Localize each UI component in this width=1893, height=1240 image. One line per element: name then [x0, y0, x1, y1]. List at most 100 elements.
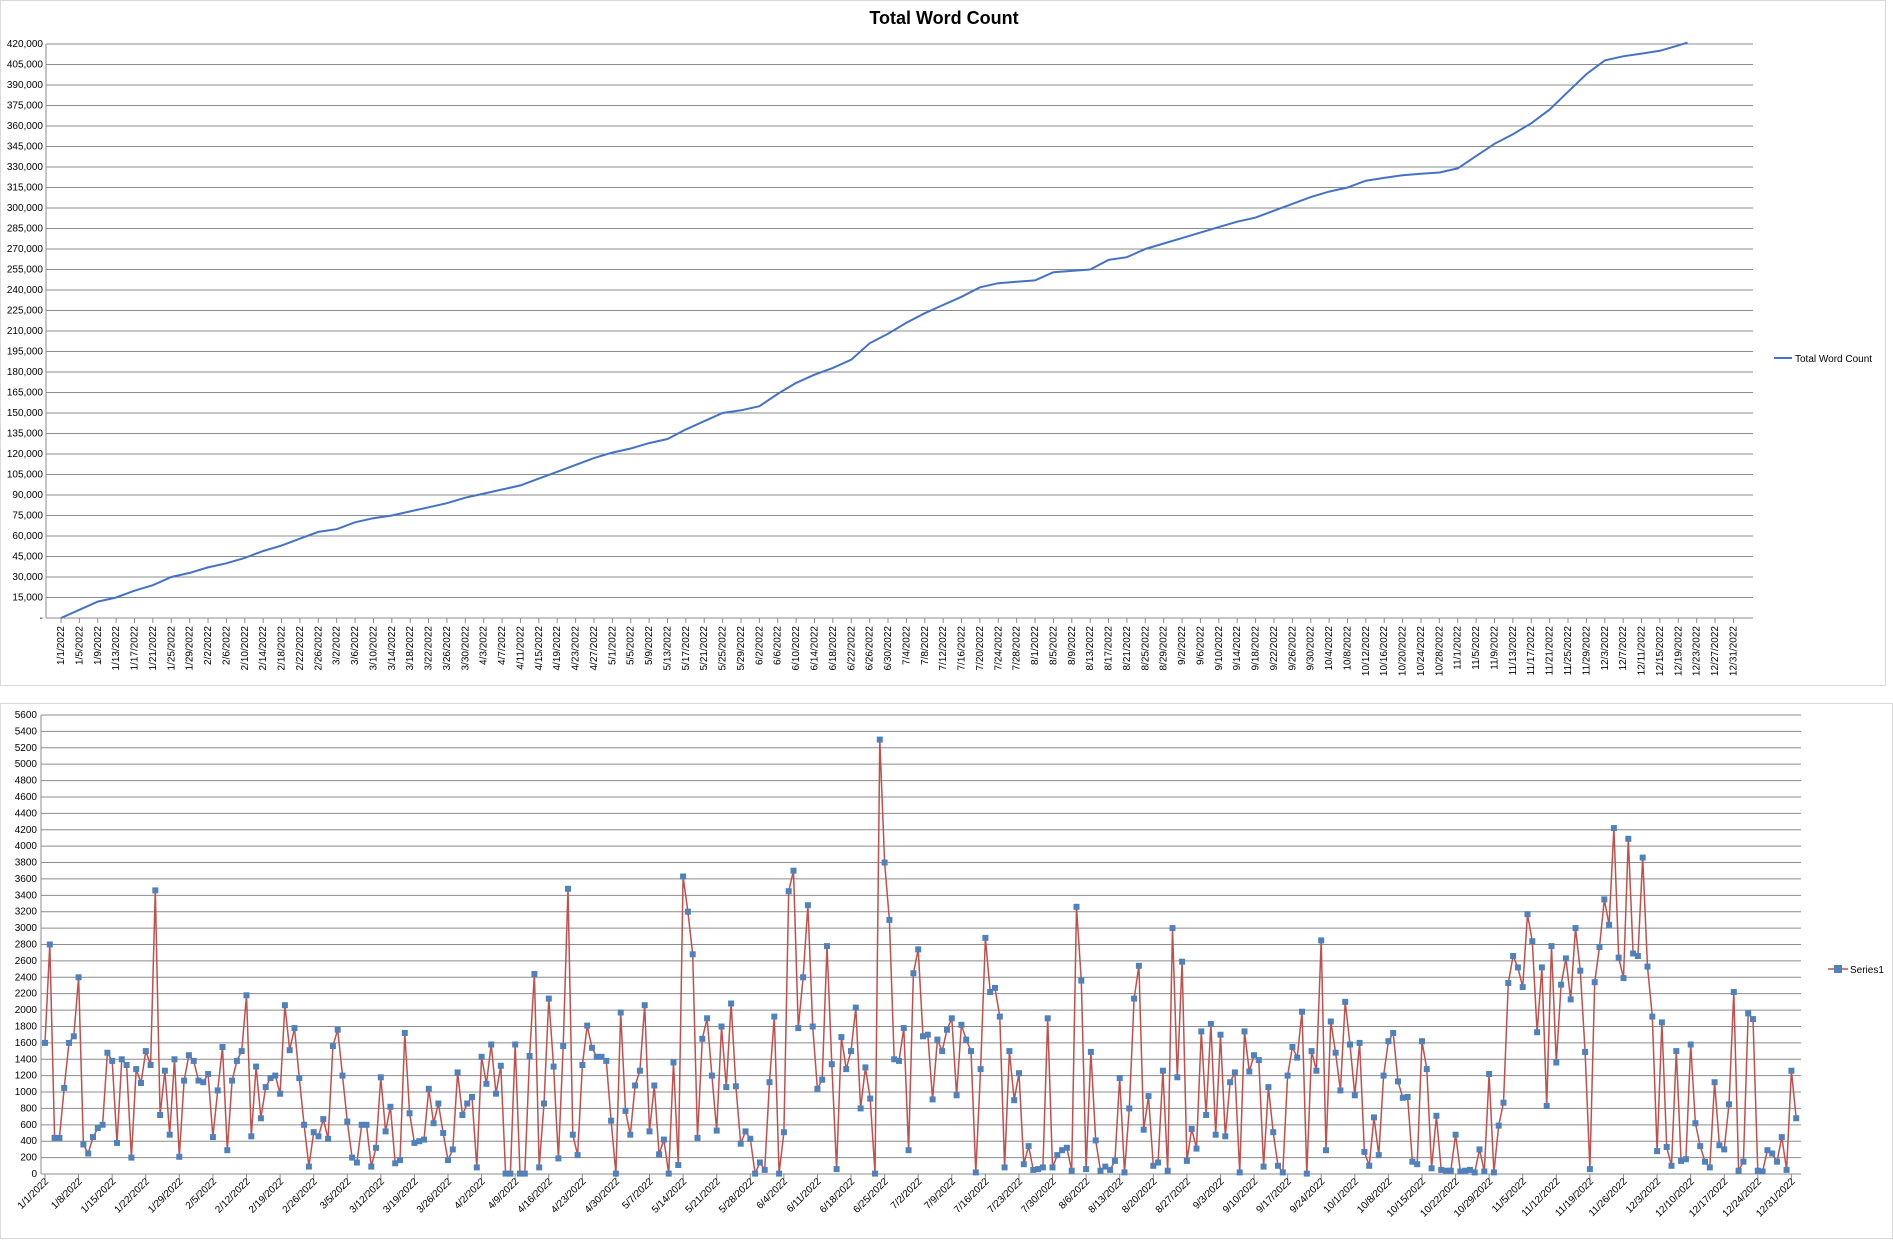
data-point-marker	[1548, 943, 1555, 950]
y-tick-label: 270,000	[7, 244, 44, 255]
data-point-marker	[852, 1004, 859, 1011]
data-point-marker	[272, 1072, 279, 1079]
data-point-marker	[857, 1105, 864, 1112]
data-point-marker	[262, 1084, 269, 1091]
data-point-marker	[1078, 977, 1085, 984]
x-tick-label: 11/9/2022	[1489, 626, 1500, 670]
y-tick-label: 200	[20, 1153, 37, 1164]
data-point-marker	[1778, 1134, 1785, 1141]
x-tick-label: 2/2/2022	[203, 626, 214, 665]
x-tick-label: 11/29/2022	[1581, 626, 1592, 676]
data-point-marker	[1006, 1048, 1013, 1055]
x-tick-label: 7/2/2022	[889, 1176, 925, 1212]
data-point-marker	[118, 1056, 125, 1063]
data-point-marker	[123, 1062, 130, 1068]
data-point-marker	[1025, 1143, 1032, 1150]
data-point-marker	[1735, 1167, 1742, 1174]
data-point-marker	[992, 984, 998, 991]
data-point-marker	[233, 1057, 240, 1064]
x-tick-label: 1/22/2022	[113, 1176, 153, 1216]
x-tick-label: 12/27/2022	[1710, 626, 1721, 676]
data-point-marker	[1663, 1144, 1670, 1150]
data-point-marker	[1625, 835, 1632, 842]
data-point-marker	[651, 1082, 658, 1089]
data-point-marker	[1327, 1018, 1334, 1025]
data-point-marker	[1553, 1059, 1560, 1066]
data-point-marker	[166, 1131, 173, 1138]
data-point-marker	[445, 1157, 451, 1164]
data-point-marker	[1481, 1168, 1488, 1175]
data-point-marker	[1366, 1162, 1373, 1169]
data-point-marker	[1471, 1169, 1478, 1176]
data-point-marker	[90, 1134, 96, 1141]
data-point-marker	[1289, 1044, 1296, 1050]
data-point-marker	[541, 1100, 547, 1107]
data-point-marker	[699, 1035, 706, 1042]
x-tick-label: 11/17/2022	[1526, 626, 1537, 676]
data-point-marker	[1044, 1015, 1051, 1022]
data-point-marker	[1500, 1099, 1507, 1106]
data-point-marker	[1068, 1167, 1075, 1174]
data-point-marker	[440, 1130, 447, 1136]
x-tick-label: 6/18/2022	[828, 626, 839, 671]
data-point-marker	[545, 995, 552, 1002]
data-point-marker	[1255, 1057, 1262, 1064]
y-tick-label: 1800	[15, 1021, 38, 1032]
y-tick-label: 1400	[15, 1054, 38, 1065]
data-point-marker	[1347, 1041, 1353, 1048]
data-point-marker	[646, 1128, 653, 1135]
x-tick-label: 6/2/2022	[754, 626, 765, 665]
data-point-marker	[1179, 958, 1186, 965]
data-point-marker	[934, 1036, 941, 1043]
data-point-marker	[1423, 1066, 1430, 1073]
data-point-marker	[574, 1152, 581, 1159]
x-tick-label: 7/4/2022	[901, 626, 912, 665]
data-point-marker	[339, 1072, 346, 1079]
data-point-marker	[617, 1009, 624, 1016]
data-point-marker	[253, 1063, 260, 1070]
data-point-marker	[1299, 1008, 1305, 1015]
x-tick-label: 9/18/2022	[1251, 626, 1262, 671]
data-point-marker	[1668, 1162, 1675, 1169]
data-point-marker	[1692, 1120, 1699, 1127]
x-tick-label: 12/31/2022	[1728, 626, 1739, 676]
x-tick-label: 8/29/2022	[1159, 626, 1170, 671]
y-tick-label: 3400	[15, 890, 38, 901]
data-point-marker	[257, 1115, 264, 1122]
y-tick-label: 345,000	[7, 142, 44, 153]
data-point-marker	[756, 1159, 763, 1166]
data-point-marker	[670, 1059, 677, 1066]
data-point-marker	[1212, 1131, 1219, 1138]
data-point-marker	[636, 1067, 643, 1074]
y-tick-label: 2800	[15, 940, 38, 951]
chart2-legend: Series1	[1828, 965, 1884, 976]
data-point-marker	[353, 1159, 360, 1166]
x-tick-label: 2/6/2022	[221, 626, 232, 665]
data-point-marker	[200, 1079, 207, 1086]
data-point-marker	[790, 867, 797, 874]
data-point-marker	[1783, 1166, 1790, 1173]
data-point-marker	[161, 1067, 168, 1074]
x-tick-label: 1/13/2022	[111, 626, 122, 671]
x-tick-label: 9/10/2022	[1214, 626, 1225, 671]
x-tick-label: 4/3/2022	[479, 626, 490, 665]
data-point-marker	[1342, 998, 1349, 1005]
data-point-marker	[1519, 984, 1526, 991]
data-point-marker	[368, 1163, 375, 1170]
y-tick-label: 105,000	[7, 470, 44, 481]
data-point-marker	[1774, 1158, 1780, 1165]
x-tick-label: 8/17/2022	[1104, 626, 1115, 671]
data-point-marker	[785, 888, 792, 895]
data-point-marker	[560, 1043, 567, 1050]
x-tick-label: 8/27/2022	[1154, 1176, 1194, 1216]
y-tick-label: 2200	[15, 989, 38, 1000]
x-tick-label: 11/1/2022	[1453, 626, 1464, 670]
data-point-marker	[128, 1154, 135, 1161]
data-point-marker	[776, 1170, 783, 1177]
x-tick-label: 5/21/2022	[699, 626, 710, 671]
data-point-marker	[61, 1084, 68, 1091]
data-point-marker	[1294, 1054, 1301, 1061]
data-point-marker	[1111, 1157, 1118, 1164]
data-point-marker	[286, 1047, 293, 1054]
data-point-marker	[1188, 1125, 1195, 1132]
